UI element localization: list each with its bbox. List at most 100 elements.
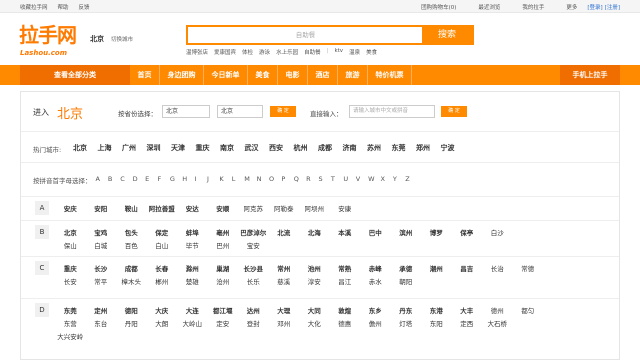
cart-link[interactable]: 团购购物车(0): [421, 3, 456, 11]
city-link[interactable]: 长安: [55, 276, 86, 289]
city-link[interactable]: 淳安: [299, 276, 330, 289]
letter-link[interactable]: M: [244, 175, 256, 185]
all-categories-button[interactable]: 查看全部分类: [20, 65, 130, 85]
city-link[interactable]: 巴州: [208, 240, 239, 253]
confirm-direct-button[interactable]: 确 定: [441, 106, 467, 117]
city-link[interactable]: 敦煌: [330, 305, 361, 318]
city-link[interactable]: 长沙: [86, 263, 117, 276]
letter-link[interactable]: D: [133, 175, 145, 185]
letter-link[interactable]: Z: [405, 175, 417, 185]
hot-city-link[interactable]: 北京: [73, 143, 98, 153]
switch-city-link[interactable]: 切换城市: [111, 35, 133, 43]
city-link[interactable]: 都匀: [513, 305, 544, 318]
city-link[interactable]: 大石桥: [482, 318, 513, 331]
search-input[interactable]: 自助餐: [188, 27, 423, 43]
hot-city-link[interactable]: 苏州: [367, 143, 392, 153]
letter-link[interactable]: E: [145, 175, 157, 185]
city-link[interactable]: 赤水: [360, 276, 391, 289]
city-link[interactable]: 白城: [86, 240, 117, 253]
letter-link[interactable]: B: [108, 175, 120, 185]
province-select[interactable]: 北京: [162, 105, 210, 118]
city-link[interactable]: 巴中: [360, 227, 391, 240]
hot-city-link[interactable]: 南京: [220, 143, 245, 153]
hot-word[interactable]: 体检: [242, 48, 253, 56]
letter-link[interactable]: G: [170, 175, 182, 185]
more-link[interactable]: 更多: [566, 3, 577, 11]
nav-item-home[interactable]: 首页: [130, 65, 160, 85]
city-link[interactable]: 宝安: [238, 240, 269, 253]
city-link[interactable]: 定州: [86, 305, 117, 318]
city-link[interactable]: 博罗: [421, 227, 452, 240]
letter-link[interactable]: J: [207, 175, 219, 185]
city-link[interactable]: 巴彦淖尔: [238, 227, 269, 240]
help-link[interactable]: 帮助: [58, 3, 69, 11]
city-link[interactable]: 东阳: [421, 318, 452, 331]
city-link[interactable]: 德惠: [330, 318, 361, 331]
letter-link[interactable]: A: [96, 175, 108, 185]
letter-link[interactable]: I: [195, 175, 207, 185]
city-link[interactable]: 东营: [55, 318, 86, 331]
hot-word[interactable]: 水上乐园: [276, 48, 298, 56]
logo[interactable]: 拉手网 Lashou.com: [19, 23, 81, 59]
city-link[interactable]: 白山: [147, 240, 178, 253]
city-link[interactable]: 邓州: [269, 318, 300, 331]
city-link[interactable]: 朝阳: [391, 276, 422, 289]
city-link[interactable]: 东乡: [360, 305, 391, 318]
hot-word[interactable]: 温泉: [349, 48, 360, 56]
hot-city-link[interactable]: 天津: [171, 143, 196, 153]
hot-word[interactable]: 自助餐: [304, 48, 321, 56]
letter-link[interactable]: C: [120, 175, 132, 185]
city-link[interactable]: 长治: [482, 263, 513, 276]
hot-word[interactable]: 游泳: [259, 48, 270, 56]
city-link[interactable]: 潮州: [421, 263, 452, 276]
city-link[interactable]: 阿克苏: [238, 203, 269, 216]
letter-link[interactable]: L: [232, 175, 244, 185]
hot-word[interactable]: ktv: [334, 48, 343, 56]
favorite-link[interactable]: 收藏拉手网: [20, 3, 48, 11]
letter-link[interactable]: V: [356, 175, 368, 185]
city-link[interactable]: 阿坝州: [299, 203, 330, 216]
city-link[interactable]: 丹东: [391, 305, 422, 318]
city-link[interactable]: 都江堰: [208, 305, 239, 318]
city-link[interactable]: 保亭: [452, 227, 483, 240]
city-link[interactable]: 安达: [177, 203, 208, 216]
city-link[interactable]: 昌吉: [452, 263, 483, 276]
city-link[interactable]: 常熟: [330, 263, 361, 276]
nav-item-nearby[interactable]: 身边团购: [160, 65, 204, 85]
city-link[interactable]: 昌江: [330, 276, 361, 289]
nav-item-flights[interactable]: 特价机票: [368, 65, 412, 85]
hot-word[interactable]: 美食: [366, 48, 377, 56]
letter-link[interactable]: T: [331, 175, 343, 185]
letter-link[interactable]: S: [319, 175, 331, 185]
city-link[interactable]: 大化: [299, 318, 330, 331]
city-link[interactable]: 大兴安岭: [55, 331, 86, 344]
city-link[interactable]: 阿勒泰: [269, 203, 300, 216]
city-link[interactable]: 常平: [86, 276, 117, 289]
city-link[interactable]: 登封: [238, 318, 269, 331]
recent-link[interactable]: 最近浏览: [478, 3, 500, 11]
hot-city-link[interactable]: 武汉: [245, 143, 270, 153]
city-link[interactable]: 池州: [299, 263, 330, 276]
city-link[interactable]: 长乐: [238, 276, 269, 289]
city-link[interactable]: 百色: [116, 240, 147, 253]
city-link[interactable]: 重庆: [55, 263, 86, 276]
hot-city-link[interactable]: 上海: [98, 143, 123, 153]
city-link[interactable]: 灯塔: [391, 318, 422, 331]
city-link[interactable]: 定安: [208, 318, 239, 331]
city-link[interactable]: 蚌埠: [177, 227, 208, 240]
city-link[interactable]: 楚雄: [177, 276, 208, 289]
city-link[interactable]: 安康: [330, 203, 361, 216]
hot-city-link[interactable]: 成都: [318, 143, 343, 153]
city-link[interactable]: 本溪: [330, 227, 361, 240]
letter-link[interactable]: W: [368, 175, 380, 185]
letter-link[interactable]: U: [343, 175, 355, 185]
city-link[interactable]: 保定: [147, 227, 178, 240]
hot-city-link[interactable]: 重庆: [196, 143, 221, 153]
letter-link[interactable]: O: [269, 175, 281, 185]
hot-word[interactable]: 爱康国宾: [214, 48, 236, 56]
nav-item-new[interactable]: 今日新单: [204, 65, 248, 85]
search-button[interactable]: 搜索: [422, 27, 472, 43]
city-link[interactable]: 沧州: [208, 276, 239, 289]
city-link[interactable]: 大丰: [452, 305, 483, 318]
city-link[interactable]: 北海: [299, 227, 330, 240]
